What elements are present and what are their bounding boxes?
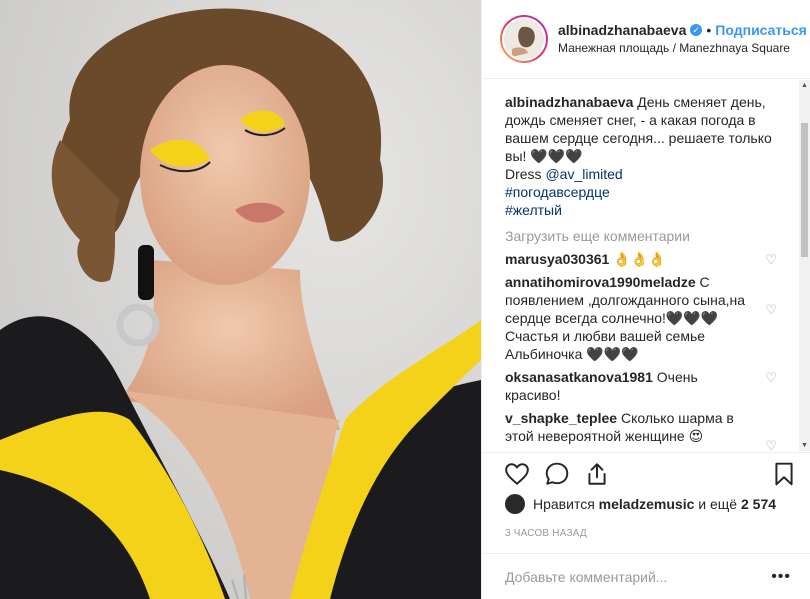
photo-illustration (0, 0, 481, 599)
follow-button[interactable]: Подписаться (715, 21, 807, 39)
mention-link[interactable]: @av_limited (545, 166, 622, 182)
comment-username-link[interactable]: marusya030361 (505, 251, 609, 267)
comment-item: annatihomirova1990meladze С появлением ,… (505, 273, 777, 363)
post-caption: albinadzhanabaeva День сменяет день, дож… (505, 93, 775, 219)
heart-icon[interactable] (504, 461, 530, 487)
likes-middle: и ещё (698, 496, 738, 512)
dress-prefix: Dress (505, 166, 546, 182)
bookmark-icon[interactable] (771, 461, 797, 487)
heart-small-icon[interactable]: ♡ (765, 369, 777, 387)
hashtag-link-1[interactable]: #погодавсердце (505, 183, 775, 201)
share-icon[interactable] (584, 461, 610, 487)
comments-list: albinadzhanabaeva День сменяет день, дож… (482, 79, 810, 452)
header-top-row: albinadzhanabaeva • Подписаться (558, 21, 807, 39)
likes-count-link[interactable]: 2 574 (741, 496, 776, 512)
scroll-down-arrow-icon[interactable]: ▼ (801, 442, 808, 449)
scrollbar-thumb[interactable] (801, 123, 808, 257)
likes-summary: Нравится meladzemusic и ещё 2 574 (505, 494, 776, 514)
comment-username-link[interactable]: annatihomirova1990meladze (505, 274, 696, 290)
comment-item: v_shapke_teplee Сколько шарма в этой нев… (505, 409, 777, 452)
header-text: albinadzhanabaeva • Подписаться Манежная… (558, 21, 807, 57)
avatar[interactable] (502, 17, 546, 61)
comment-input[interactable] (505, 568, 755, 585)
heart-small-icon[interactable]: ♡ (765, 251, 777, 269)
post-dialog: albinadzhanabaeva • Подписаться Манежная… (0, 0, 810, 599)
post-photo[interactable] (0, 0, 481, 599)
location-link[interactable]: Манежная площадь / Manezhnaya Square (558, 39, 807, 57)
header-separator: • (706, 22, 712, 38)
verified-badge-icon (690, 21, 703, 39)
liker-avatar[interactable] (505, 494, 525, 514)
avatar-icon (504, 19, 544, 59)
comments-scrollbar[interactable]: ▲ ▼ (799, 80, 810, 451)
comment-icon[interactable] (544, 461, 570, 487)
scroll-up-arrow-icon[interactable]: ▲ (801, 82, 808, 89)
comment-username-link[interactable]: oksanasatkanova1981 (505, 369, 653, 385)
caption-username-link[interactable]: albinadzhanabaeva (505, 94, 633, 110)
comment-item: oksanasatkanova1981 Очень красиво! ♡ (505, 368, 777, 404)
heart-small-icon[interactable]: ♡ (765, 437, 777, 452)
profile-avatar-ring[interactable] (500, 15, 548, 63)
more-options-icon[interactable]: ••• (771, 568, 791, 586)
post-header: albinadzhanabaeva • Подписаться Манежная… (482, 0, 810, 79)
comment-item: marusya030361 👌👌👌 ♡ (505, 250, 777, 268)
comment-username-link[interactable]: v_shapke_teplee (505, 410, 617, 426)
profile-username-link[interactable]: albinadzhanabaeva (558, 21, 686, 39)
likes-prefix: Нравится (533, 496, 595, 512)
post-side-panel: albinadzhanabaeva • Подписаться Манежная… (481, 0, 810, 599)
liker-username-link[interactable]: meladzemusic (599, 496, 695, 512)
heart-small-icon[interactable]: ♡ (765, 301, 777, 319)
add-comment-bar: ••• (482, 553, 810, 599)
comment-text: 👌👌👌 (613, 251, 666, 267)
load-more-comments-button[interactable]: Загрузить еще комментарии (505, 227, 795, 245)
post-actions-bar (482, 452, 810, 492)
post-timestamp[interactable]: 3 ЧАСОВ НАЗАД (505, 528, 587, 539)
hashtag-link-2[interactable]: #желтый (505, 201, 775, 219)
